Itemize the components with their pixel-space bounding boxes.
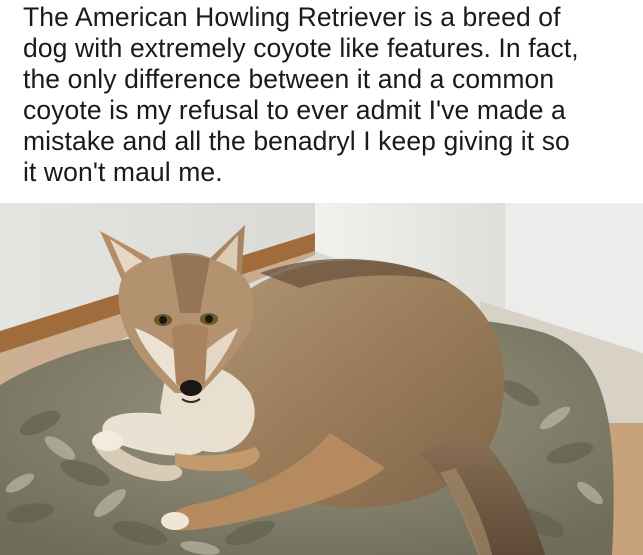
caption-line-1: The American Howling Retriever is a bree… [23,2,561,32]
caption-line-2: dog with extremely coyote like features.… [23,33,579,63]
caption-line-4: coyote is my refusal to ever admit I've … [23,95,566,125]
caption-line-3: the only difference between it and a com… [23,64,555,94]
coyote-nose [180,380,202,396]
coyote-illustration [0,203,643,555]
meme-post: The American Howling Retriever is a bree… [0,0,643,555]
coyote-photo [0,203,643,555]
caption-line-6: it won't maul me. [23,157,223,187]
meme-caption: The American Howling Retriever is a bree… [23,2,633,188]
caption-line-5: mistake and all the benadryl I keep givi… [23,126,570,156]
